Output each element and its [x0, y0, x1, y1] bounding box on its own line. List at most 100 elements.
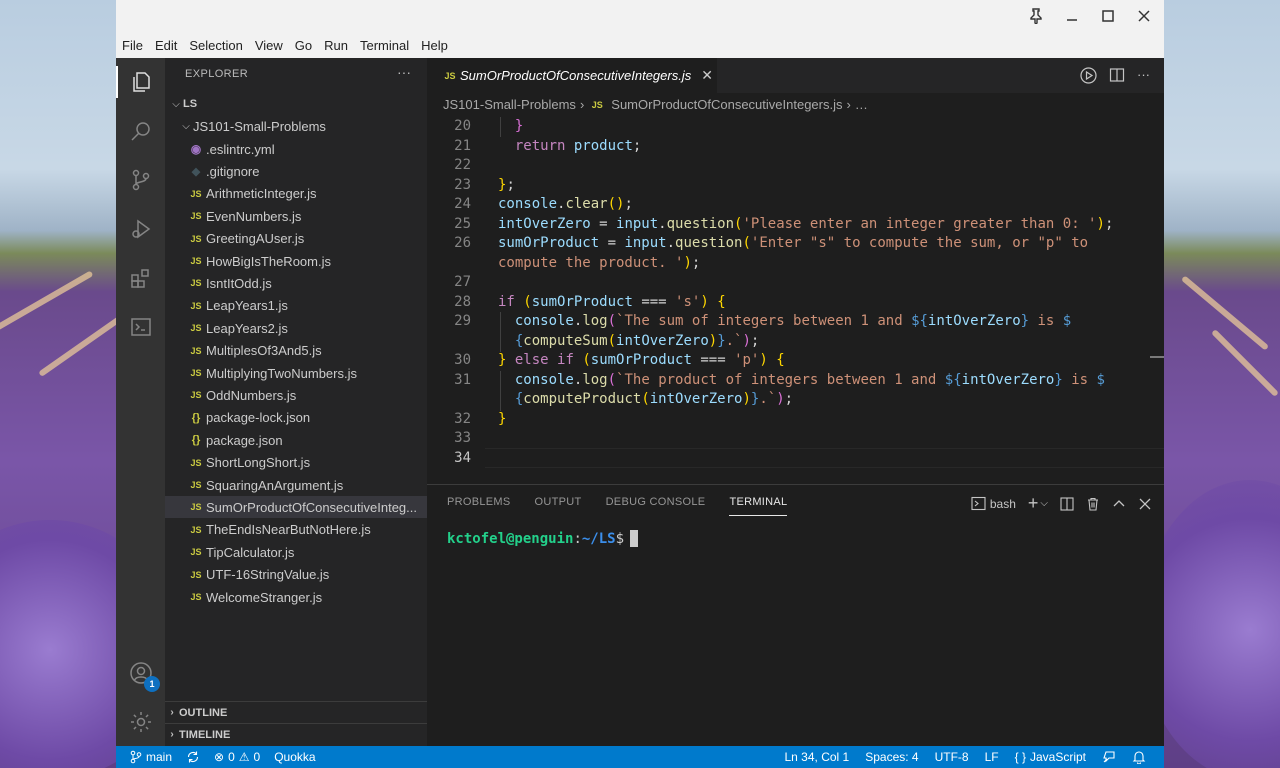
split-terminal-icon[interactable] — [1060, 496, 1074, 511]
new-terminal-icon[interactable]: + — [1028, 493, 1039, 514]
file-item[interactable]: JS LeapYears2.js — [165, 317, 427, 339]
code-text: intOverZero = input.question('Please ent… — [498, 215, 1114, 232]
pin-icon[interactable] — [1026, 6, 1046, 26]
breadcrumb-file[interactable]: SumOrProductOfConsecutiveIntegers.js — [611, 97, 842, 112]
gear-icon[interactable] — [128, 709, 154, 735]
close-tab-icon[interactable]: ✕ — [701, 67, 713, 84]
file-item[interactable]: JS IsntItOdd.js — [165, 272, 427, 294]
chevron-down-icon[interactable]: ⌵ — [1040, 498, 1048, 509]
file-item[interactable]: {} package-lock.json — [165, 407, 427, 429]
tab-active-file[interactable]: JS SumOrProductOfConsecutiveIntegers.js … — [427, 58, 717, 93]
line-number: 30 — [454, 352, 471, 368]
file-label: SumOrProductOfConsecutiveInteg... — [206, 499, 417, 515]
close-window-icon[interactable] — [1134, 6, 1154, 26]
panel-actions: bash + ⌵ — [971, 493, 1152, 514]
file-item[interactable]: ◆ .gitignore — [165, 160, 427, 182]
quokka-status[interactable]: Quokka — [274, 750, 315, 764]
menu-edit[interactable]: Edit — [149, 36, 183, 56]
problems-status[interactable]: ⊗ 0 ⚠ 0 — [214, 750, 260, 764]
shell-selector[interactable]: bash — [990, 497, 1016, 511]
terminal-cursor — [630, 530, 639, 547]
accounts-icon[interactable]: 1 — [128, 660, 160, 692]
breadcrumb-symbol[interactable]: … — [855, 97, 868, 112]
prompt-user: kctofel@penguin — [447, 530, 574, 547]
menu-view[interactable]: View — [249, 36, 289, 56]
code-line: 29 console.log(`The sum of integers betw… — [427, 312, 1164, 332]
js-file-icon: JS — [190, 211, 202, 222]
file-item[interactable]: {} package.json — [165, 429, 427, 451]
file-item[interactable]: JS WelcomeStranger.js — [165, 586, 427, 608]
timeline-section[interactable]: › TIMELINE — [165, 723, 427, 745]
file-item[interactable]: JS ShortLongShort.js — [165, 452, 427, 474]
file-item[interactable]: JS SquaringAnArgument.js — [165, 474, 427, 496]
tab-terminal[interactable]: TERMINAL — [729, 496, 788, 516]
file-item[interactable]: JS MultiplyingTwoNumbers.js — [165, 362, 427, 384]
terminal-icon — [971, 496, 986, 511]
menu-terminal[interactable]: Terminal — [354, 36, 415, 56]
json-file-icon: {} — [191, 411, 201, 424]
explorer-icon[interactable] — [128, 69, 154, 95]
js-file-icon: JS — [190, 569, 202, 580]
file-item[interactable]: JS ArithmeticInteger.js — [165, 183, 427, 205]
file-label: WelcomeStranger.js — [206, 589, 323, 605]
editor-more-icon[interactable]: ··· — [1137, 67, 1150, 84]
line-endings[interactable]: LF — [985, 750, 999, 764]
run-file-icon[interactable] — [1080, 67, 1097, 84]
file-item[interactable]: JS OddNumbers.js — [165, 384, 427, 406]
terminal-output[interactable]: kctofel@penguin : ~/LS $ — [447, 530, 639, 547]
cursor-position[interactable]: Ln 34, Col 1 — [785, 750, 850, 764]
feedback-icon[interactable] — [1102, 750, 1116, 764]
run-debug-icon[interactable] — [128, 216, 154, 242]
search-icon[interactable] — [128, 118, 154, 144]
extensions-icon[interactable] — [128, 265, 154, 291]
menu-help[interactable]: Help — [415, 36, 454, 56]
timeline-label: TIMELINE — [179, 728, 231, 741]
tab-debug-console[interactable]: DEBUG CONSOLE — [606, 496, 706, 516]
minimize-icon[interactable] — [1062, 6, 1082, 26]
file-item[interactable]: JS EvenNumbers.js — [165, 205, 427, 227]
scrollbar-marker[interactable] — [1150, 356, 1164, 358]
source-control-icon[interactable] — [128, 167, 154, 193]
file-item[interactable]: JS SumOrProductOfConsecutiveInteg... — [165, 496, 427, 519]
trash-icon[interactable] — [1086, 497, 1100, 511]
menu-file[interactable]: File — [116, 36, 149, 56]
code-line: 20 } — [427, 117, 1164, 137]
indentation[interactable]: Spaces: 4 — [865, 750, 918, 764]
more-actions-icon[interactable]: ··· — [397, 64, 411, 80]
chevron-right-icon: › — [170, 707, 174, 718]
maximize-panel-icon[interactable] — [1112, 497, 1126, 511]
menu-go[interactable]: Go — [289, 36, 318, 56]
file-item[interactable]: JS TheEndIsNearButNotHere.js — [165, 519, 427, 541]
split-editor-icon[interactable] — [1109, 67, 1125, 83]
code-text: } — [498, 410, 507, 427]
language-mode[interactable]: { } JavaScript — [1015, 750, 1086, 764]
js-file-icon: JS — [190, 323, 202, 334]
code-text: console.clear(); — [498, 196, 633, 212]
tab-problems[interactable]: PROBLEMS — [447, 496, 511, 516]
code-text: console.log(`The product of integers bet… — [514, 371, 1105, 388]
error-count: 0 — [228, 750, 235, 764]
file-item[interactable]: JS UTF-16StringValue.js — [165, 564, 427, 586]
line-number: 25 — [454, 215, 471, 232]
file-item[interactable]: JS MultiplesOf3And5.js — [165, 340, 427, 362]
tree-folder[interactable]: ⌵ JS101-Small-Problems — [165, 115, 427, 137]
tab-output[interactable]: OUTPUT — [535, 496, 582, 516]
code-text: sumOrProduct = input.question('Enter "s"… — [498, 235, 1089, 251]
outline-section[interactable]: › OUTLINE — [165, 701, 427, 723]
menu-run[interactable]: Run — [318, 36, 354, 56]
branch-status[interactable]: main — [130, 750, 172, 764]
breadcrumb-folder[interactable]: JS101-Small-Problems — [443, 97, 576, 112]
file-item[interactable]: JS TipCalculator.js — [165, 541, 427, 563]
remote-explorer-icon[interactable] — [128, 314, 154, 340]
bell-icon[interactable] — [1132, 750, 1146, 764]
tree-root-folder[interactable]: ⌵ LS — [165, 93, 427, 115]
file-item[interactable]: JS HowBigIsTheRoom.js — [165, 250, 427, 272]
file-item[interactable]: JS LeapYears1.js — [165, 295, 427, 317]
encoding[interactable]: UTF-8 — [935, 750, 969, 764]
maximize-icon[interactable] — [1098, 6, 1118, 26]
file-item[interactable]: JS GreetingAUser.js — [165, 228, 427, 250]
close-panel-icon[interactable] — [1138, 497, 1152, 511]
menu-selection[interactable]: Selection — [183, 36, 248, 56]
sync-icon[interactable] — [186, 750, 200, 764]
file-item[interactable]: ◉ .eslintrc.yml — [165, 138, 427, 160]
